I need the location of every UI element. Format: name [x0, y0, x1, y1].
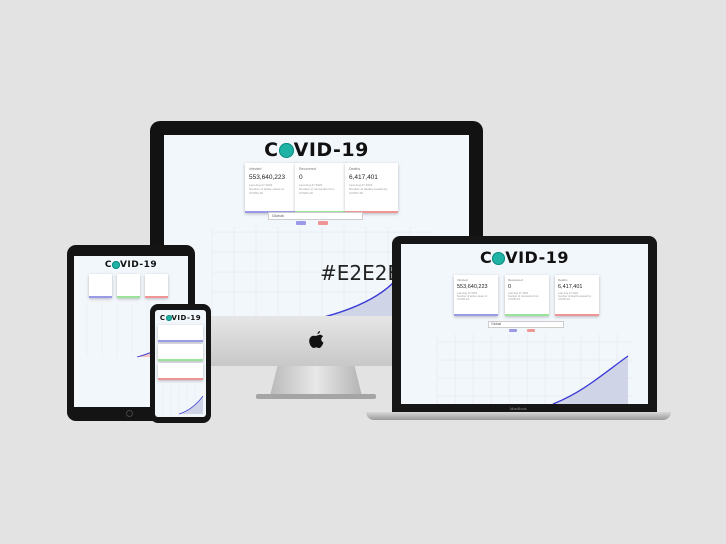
recovered-card — [158, 344, 203, 361]
card-desc: Number of deaths caused by COVID-19 — [349, 187, 388, 195]
app-logo: C VID-19 — [164, 139, 469, 161]
virus-icon — [165, 315, 172, 321]
logo-text: VID-19 — [119, 260, 158, 270]
legend-infected[interactable] — [509, 329, 517, 332]
logo-text: VID-19 — [171, 314, 202, 322]
laptop-screen: C VID-19 Infected 553,640,223 Last Aug 27… — [401, 244, 648, 404]
infected-card: Infected 553,640,223 Last Aug 27 2022 Nu… — [245, 163, 298, 213]
laptop-base — [366, 412, 671, 420]
deaths-card — [158, 363, 203, 380]
app-logo: C VID-19 — [155, 314, 206, 322]
recovered-card — [117, 274, 140, 298]
app-logo: C VID-19 — [74, 260, 188, 270]
apple-logo-icon — [309, 331, 325, 349]
card-desc: Number of active cases of COVID-19 — [249, 187, 284, 195]
country-select[interactable]: Global — [268, 212, 363, 220]
logo-prefix: C — [264, 139, 279, 161]
logo-prefix: C — [104, 260, 112, 270]
card-value: 6,417,401 — [349, 174, 378, 181]
card-value: 553,640,223 — [457, 284, 488, 290]
logo-prefix: C — [159, 314, 166, 322]
legend-deaths[interactable] — [318, 221, 328, 225]
laptop-brand: MacBook — [510, 406, 527, 411]
recovered-card: Recovered 0 Last Aug 27 2022 Number of r… — [295, 163, 348, 213]
laptop-chart — [436, 334, 633, 404]
card-desc: Number of active cases of COVID-19 — [457, 295, 487, 301]
card-desc: Number of deaths caused by COVID-19 — [558, 295, 592, 301]
card-value: 0 — [508, 284, 512, 290]
card-desc: Number of recoveries from COVID-19 — [508, 295, 539, 301]
infected-card — [158, 325, 203, 342]
app-logo: C VID-19 — [401, 248, 648, 267]
card-value: 0 — [299, 174, 303, 181]
logo-text: VID-19 — [505, 248, 570, 267]
virus-icon — [492, 252, 506, 265]
virus-icon — [111, 260, 120, 269]
recovered-card: Recovered 0 Last Aug 27 2022 Number of r… — [505, 275, 549, 316]
tablet-home-button — [126, 410, 133, 417]
infected-card: Infected 553,640,223 Last Aug 27 2022 Nu… — [454, 275, 498, 316]
deaths-card: Deaths 6,417,401 Last Aug 27 2022 Number… — [345, 163, 398, 213]
card-label: Deaths — [349, 167, 361, 171]
phone-chart — [162, 386, 204, 416]
card-label: Infected — [457, 278, 468, 282]
phone-screen: C VID-19 — [155, 310, 206, 417]
country-select-value: Global — [272, 213, 284, 218]
logo-prefix: C — [479, 248, 493, 267]
imac-stand — [270, 366, 362, 396]
card-label: Recovered — [299, 167, 316, 171]
watermark-text: #E2E2E — [320, 261, 401, 285]
legend-deaths[interactable] — [527, 329, 535, 332]
deaths-card — [145, 274, 168, 298]
card-label: Recovered — [508, 278, 523, 282]
card-label: Infected — [249, 167, 262, 171]
imac-foot — [256, 394, 376, 399]
country-select[interactable]: Global — [488, 321, 564, 328]
infected-card — [89, 274, 112, 298]
card-value: 553,640,223 — [249, 174, 286, 181]
legend-infected[interactable] — [296, 221, 306, 225]
virus-icon — [278, 143, 294, 158]
logo-text: VID-19 — [293, 139, 369, 161]
country-select-value: Global — [491, 322, 502, 326]
card-label: Deaths — [558, 278, 568, 282]
card-desc: Number of recoveries from COVID-19 — [299, 187, 335, 195]
deaths-card: Deaths 6,417,401 Last Aug 27 2022 Number… — [555, 275, 599, 316]
card-value: 6,417,401 — [558, 284, 583, 290]
